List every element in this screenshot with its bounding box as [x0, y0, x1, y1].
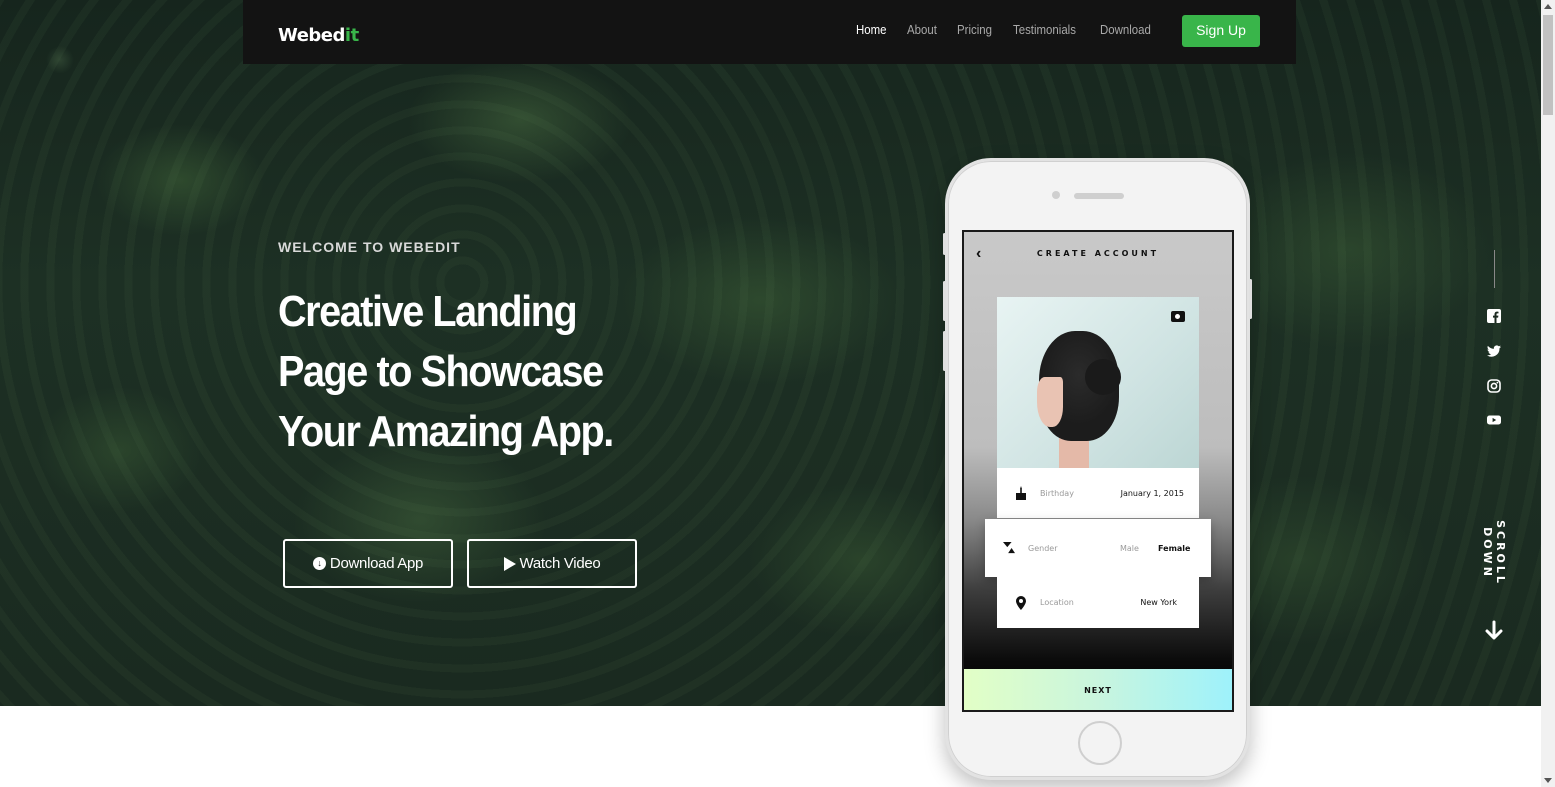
headline-line-1: Creative Landing — [278, 287, 578, 336]
birthday-value: January 1, 2015 — [1120, 488, 1184, 498]
hero-background — [0, 0, 1541, 706]
play-icon — [503, 556, 516, 571]
gender-option-female[interactable]: Female — [1158, 544, 1190, 553]
scroll-down-label: SCROLL DOWN — [1481, 520, 1507, 586]
scroll-thumb[interactable] — [1543, 15, 1553, 115]
watch-video-button[interactable]: Watch Video — [467, 539, 637, 588]
scroll-up-arrow-icon[interactable] — [1544, 4, 1552, 9]
birthday-field[interactable]: Birthday January 1, 2015 — [997, 468, 1199, 518]
next-button[interactable]: NEXT — [964, 669, 1232, 710]
logo[interactable]: Webedit — [278, 25, 359, 46]
gender-field[interactable]: Gender Male Female — [985, 519, 1211, 577]
nav-about[interactable]: About — [907, 22, 937, 37]
download-app-button[interactable]: ↓ Download App — [283, 539, 453, 588]
nav-download[interactable]: Download — [1100, 22, 1151, 37]
location-value: New York — [1140, 598, 1177, 607]
phone-speaker — [1074, 193, 1124, 199]
phone-side-button — [943, 233, 946, 255]
navbar: Webedit Home About Pricing Testimonials … — [243, 0, 1296, 64]
twitter-icon[interactable] — [1486, 343, 1502, 359]
phone-volume-down — [943, 331, 946, 371]
phone-power-button — [1249, 279, 1252, 319]
hero-eyebrow: WELCOME TO WEBEDIT — [278, 239, 461, 255]
youtube-icon[interactable] — [1486, 412, 1502, 428]
screen-title: CREATE ACCOUNT — [1036, 249, 1160, 258]
headline-line-2: Page to Showcase — [278, 347, 604, 396]
logo-text: Webed — [278, 25, 345, 46]
nav-home[interactable]: Home — [856, 22, 887, 37]
hero-headline: Creative Landing Page to Showcase Your A… — [278, 282, 656, 462]
gender-icon — [1003, 542, 1015, 554]
arrow-down-icon[interactable] — [1484, 620, 1504, 642]
gender-label: Gender — [1028, 543, 1058, 553]
download-app-label: Download App — [329, 555, 424, 572]
profile-photo — [997, 297, 1199, 468]
nav-links: Home About Pricing Testimonials Download — [840, 22, 1158, 37]
social-rail-line — [1494, 250, 1495, 288]
scroll-down-arrow-icon[interactable] — [1544, 778, 1552, 783]
phone-camera — [1052, 191, 1060, 199]
watch-video-label: Watch Video — [519, 555, 601, 572]
phone-volume-up — [943, 281, 946, 321]
facebook-icon[interactable] — [1486, 308, 1502, 324]
birthday-label: Birthday — [1040, 488, 1074, 498]
location-field[interactable]: Location New York — [997, 577, 1199, 628]
headline-line-3: Your Amazing App. — [278, 407, 614, 456]
page-scrollbar[interactable] — [1541, 0, 1555, 787]
cake-icon — [1015, 486, 1027, 500]
nav-testimonials[interactable]: Testimonials — [1013, 22, 1076, 37]
phone-screen: ‹ CREATE ACCOUNT Birthday January 1, 201… — [962, 230, 1234, 712]
phone-mockup: ‹ CREATE ACCOUNT Birthday January 1, 201… — [943, 158, 1252, 780]
phone-home-button — [1078, 721, 1122, 765]
instagram-icon[interactable] — [1486, 378, 1502, 394]
nav-pricing[interactable]: Pricing — [957, 22, 992, 37]
location-label: Location — [1040, 598, 1074, 607]
location-pin-icon — [1015, 595, 1027, 610]
download-circle-icon: ↓ — [312, 557, 326, 570]
sign-up-button[interactable]: Sign Up — [1182, 15, 1260, 47]
gender-option-male[interactable]: Male — [1120, 544, 1139, 553]
logo-accent-text: it — [344, 25, 359, 46]
camera-icon[interactable] — [1171, 311, 1185, 322]
